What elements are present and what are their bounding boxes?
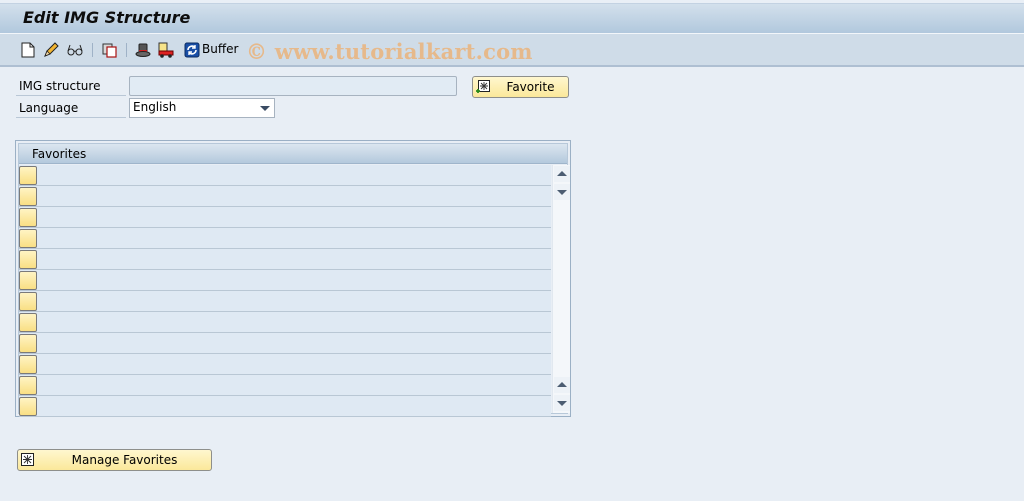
display-glasses-icon[interactable]	[66, 41, 84, 59]
manage-favorites-label: Manage Favorites	[71, 453, 178, 467]
favorites-table: Favorites	[15, 140, 571, 417]
table-row[interactable]	[19, 165, 551, 186]
transport-truck-icon[interactable]	[157, 41, 175, 59]
chevron-down-icon[interactable]	[260, 106, 270, 111]
row-selector-button[interactable]	[19, 292, 37, 311]
row-selector-button[interactable]	[19, 397, 37, 416]
favorites-table-inner: Favorites	[18, 143, 570, 417]
copy-icon[interactable]	[101, 41, 119, 59]
refresh-buffer-icon[interactable]	[183, 41, 201, 59]
language-select[interactable]: English	[129, 98, 275, 118]
manage-favorites-button[interactable]: Manage Favorites	[17, 449, 212, 471]
vertical-scrollbar[interactable]	[552, 165, 570, 413]
watermark: © www.tutorialkart.com	[246, 39, 533, 64]
favorites-rows	[19, 165, 551, 417]
row-selector-button[interactable]	[19, 313, 37, 332]
table-row[interactable]	[19, 270, 551, 291]
row-selector-button[interactable]	[19, 355, 37, 374]
row-selector-button[interactable]	[19, 250, 37, 269]
new-document-icon[interactable]	[19, 41, 37, 59]
row-selector-button[interactable]	[19, 376, 37, 395]
img-structure-label: IMG structure	[16, 77, 126, 96]
scroll-down-button[interactable]	[554, 395, 570, 411]
favorites-column-header: Favorites	[32, 147, 87, 161]
row-selector-button[interactable]	[19, 187, 37, 206]
edit-pencil-icon[interactable]	[42, 41, 60, 59]
table-row[interactable]	[19, 186, 551, 207]
favorite-button[interactable]: Favorite	[472, 76, 569, 98]
title-bar: Edit IMG Structure	[0, 4, 1024, 34]
scroll-page-down-button[interactable]	[554, 184, 570, 200]
language-label: Language	[16, 99, 126, 118]
favorites-table-header: Favorites	[19, 144, 567, 164]
table-row[interactable]	[19, 207, 551, 228]
img-structure-input[interactable]	[129, 76, 457, 96]
row-selector-button[interactable]	[19, 208, 37, 227]
table-row[interactable]	[19, 228, 551, 249]
table-row[interactable]	[19, 396, 551, 417]
toolbar-separator	[126, 43, 127, 57]
buffer-button[interactable]: Buffer	[202, 42, 238, 56]
table-row[interactable]	[19, 354, 551, 375]
row-selector-button[interactable]	[19, 334, 37, 353]
scroll-up-button[interactable]	[554, 166, 570, 182]
language-value: English	[133, 100, 177, 114]
table-row[interactable]	[19, 333, 551, 354]
favorite-button-label: Favorite	[506, 80, 555, 94]
table-row[interactable]	[19, 291, 551, 312]
row-selector-button[interactable]	[19, 271, 37, 290]
scroll-page-up-button[interactable]	[554, 377, 570, 393]
row-selector-button[interactable]	[19, 166, 37, 185]
table-row[interactable]	[19, 312, 551, 333]
page-title: Edit IMG Structure	[23, 8, 191, 27]
transport-hat-icon[interactable]	[134, 41, 152, 59]
table-row[interactable]	[19, 375, 551, 396]
toolbar-separator	[92, 43, 93, 57]
row-selector-button[interactable]	[19, 229, 37, 248]
table-row[interactable]	[19, 249, 551, 270]
